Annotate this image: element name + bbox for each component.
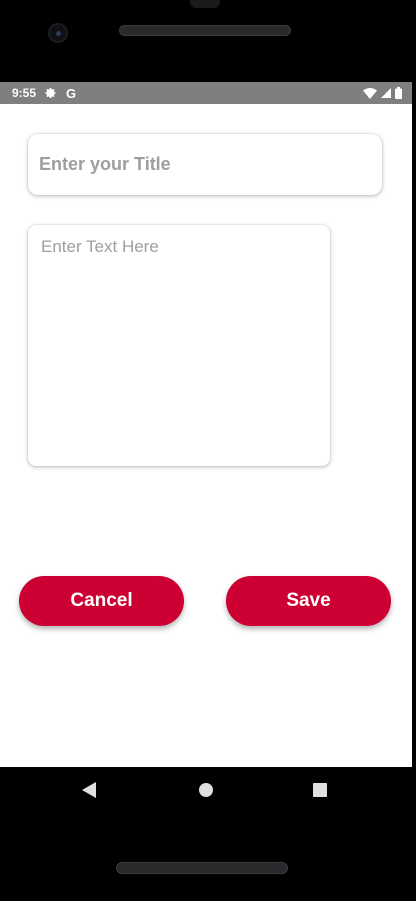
settings-icon [45, 87, 57, 99]
google-icon: G [66, 85, 77, 101]
recents-icon[interactable] [312, 781, 328, 804]
status-time: 9:55 [12, 86, 37, 100]
front-camera [48, 23, 68, 43]
home-icon[interactable] [198, 781, 214, 804]
title-field[interactable] [28, 134, 382, 195]
body-textarea[interactable] [41, 237, 317, 454]
status-right [363, 87, 402, 99]
save-button[interactable]: Save [226, 576, 391, 626]
status-bar: 9:55 G [0, 82, 412, 104]
battery-icon [395, 87, 402, 99]
wifi-icon [363, 87, 377, 99]
earpiece-speaker [119, 25, 291, 36]
app-screen: 9:55 G Enter your Title Enter Text Here … [0, 82, 412, 767]
back-icon[interactable] [81, 781, 97, 804]
status-left: 9:55 G [12, 86, 76, 101]
body-field[interactable] [28, 225, 330, 466]
signal-icon [381, 88, 391, 98]
cancel-button[interactable]: Cancel [19, 576, 184, 626]
title-input[interactable] [39, 154, 382, 175]
bottom-speaker [116, 862, 288, 874]
top-notch [190, 0, 220, 8]
navigation-bar [0, 767, 416, 815]
device-frame: 9:55 G Enter your Title Enter Text Here … [0, 0, 416, 901]
